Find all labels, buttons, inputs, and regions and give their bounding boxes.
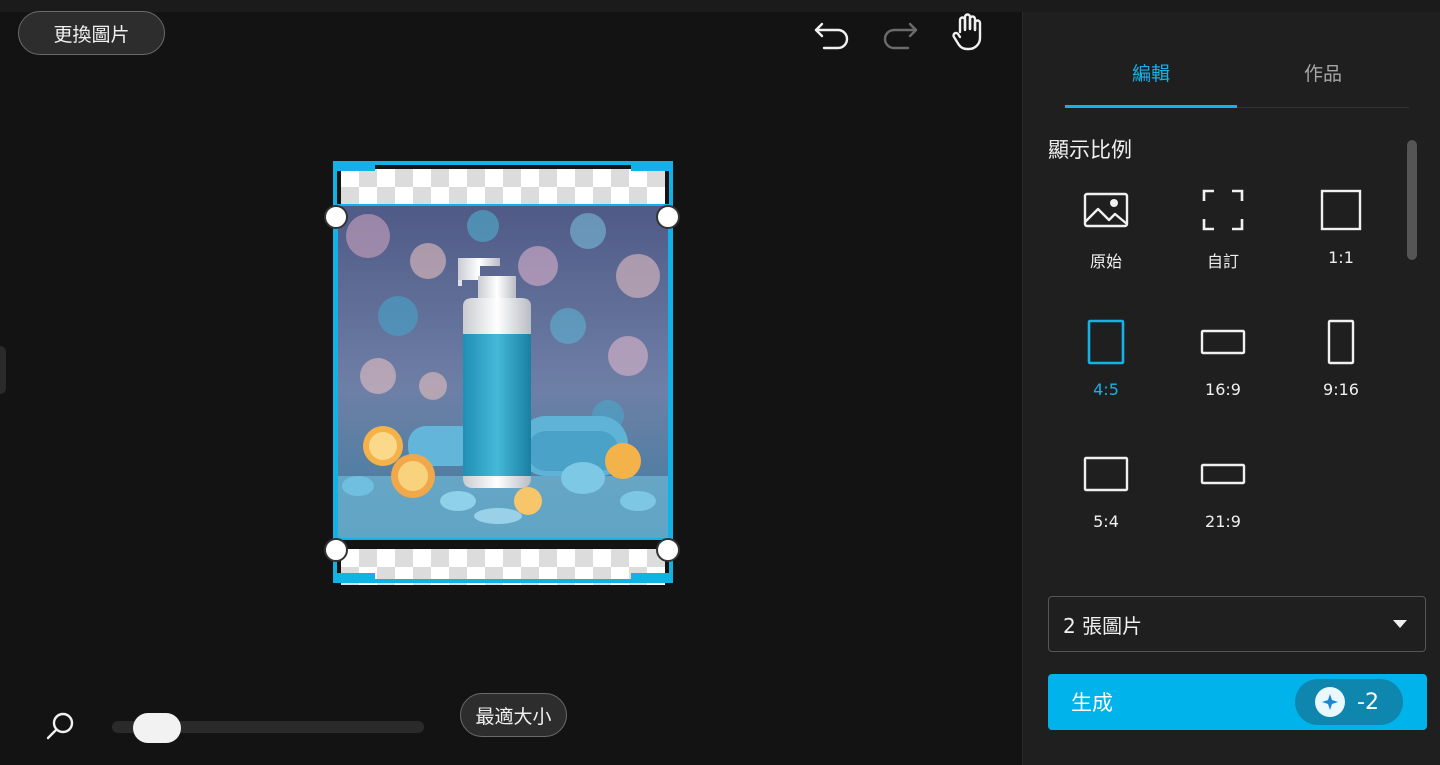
ratio-label: 16:9 (1205, 380, 1241, 399)
ratio-label: 4:5 (1093, 380, 1119, 399)
image-icon (1056, 182, 1156, 238)
left-drawer-handle[interactable] (0, 346, 6, 394)
resize-handle-top-right[interactable] (656, 205, 680, 229)
wide-rect-icon (1173, 314, 1273, 370)
ratio-option-4-5[interactable]: 4:5 (1056, 314, 1156, 414)
ratio-label: 1:1 (1328, 248, 1354, 267)
top-strip (0, 0, 1440, 12)
landscape-rect-icon (1056, 446, 1156, 502)
resize-handle-bottom-right[interactable] (656, 538, 680, 562)
fit-to-size-button[interactable]: 最適大小 (460, 693, 567, 737)
ratio-option-21-9[interactable]: 21:9 (1173, 446, 1273, 546)
ratio-label: 5:4 (1093, 512, 1119, 531)
panel-scrollbar[interactable] (1407, 140, 1417, 260)
chevron-down-icon (1393, 620, 1407, 628)
ratio-option-5-4[interactable]: 5:4 (1056, 446, 1156, 546)
sparkle-credit-icon (1315, 687, 1345, 717)
square-icon (1291, 182, 1391, 238)
crop-frame[interactable] (324, 161, 680, 585)
crop-corner[interactable] (333, 573, 375, 583)
crop-corner[interactable] (631, 161, 673, 171)
tab-works[interactable]: 作品 (1237, 42, 1409, 108)
tall-rect-icon (1291, 314, 1391, 370)
tab-edit[interactable]: 編輯 (1065, 42, 1237, 108)
credit-cost-badge: -2 (1295, 679, 1403, 725)
resize-handle-bottom-left[interactable] (324, 538, 348, 562)
zoom-search-icon[interactable] (42, 708, 78, 744)
generate-label: 生成 (1071, 691, 1113, 715)
ratio-label: 9:16 (1323, 380, 1359, 399)
ratio-option-custom[interactable]: 自訂 (1173, 182, 1273, 282)
ratio-label: 21:9 (1205, 512, 1241, 531)
generate-button[interactable]: 生成 -2 (1048, 674, 1427, 730)
image-count-select[interactable]: 2 張圖片 (1048, 596, 1426, 652)
ratio-option-16-9[interactable]: 16:9 (1173, 314, 1273, 414)
ratio-option-9-16[interactable]: 9:16 (1291, 314, 1391, 414)
ratio-option-1-1[interactable]: 1:1 (1291, 182, 1391, 282)
ratio-label: 原始 (1089, 252, 1122, 271)
resize-handle-top-left[interactable] (324, 205, 348, 229)
ratio-label: 自訂 (1206, 252, 1239, 271)
panel-tabs: 編輯 作品 (1065, 42, 1409, 108)
ultrawide-rect-icon (1173, 446, 1273, 502)
portrait-rect-icon (1056, 314, 1156, 370)
hand-pan-icon[interactable] (948, 12, 988, 52)
crop-corner[interactable] (333, 161, 375, 171)
ratio-option-original[interactable]: 原始 (1056, 182, 1156, 282)
custom-frame-icon (1173, 182, 1273, 238)
product-photo (336, 204, 670, 540)
undo-icon[interactable] (812, 14, 852, 54)
replace-image-button[interactable]: 更換圖片 (18, 11, 165, 55)
credit-cost-value: -2 (1357, 689, 1379, 715)
image-count-value: 2 張圖片 (1063, 613, 1143, 638)
aspect-ratio-title: 顯示比例 (1048, 138, 1132, 162)
crop-corner[interactable] (631, 573, 673, 583)
zoom-slider-thumb[interactable] (133, 713, 181, 743)
redo-icon[interactable] (880, 14, 920, 54)
settings-panel: 編輯 作品 顯示比例 原始 自訂 1:1 4:5 16:9 9:16 5:4 2… (1022, 12, 1440, 765)
